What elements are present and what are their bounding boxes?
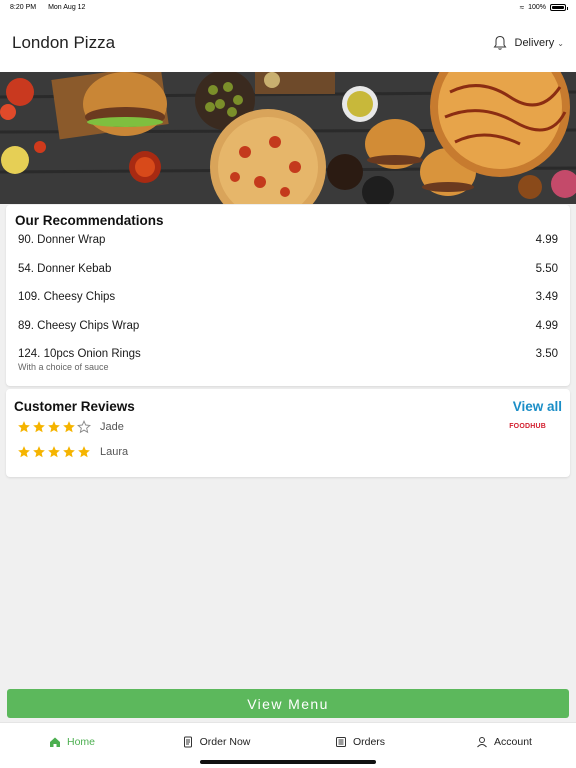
menu-item-description: With a choice of sauce: [18, 362, 109, 373]
menu-item[interactable]: 124. 10pcs Onion Rings With a choice of …: [14, 348, 562, 377]
tab-account[interactable]: Account: [432, 723, 576, 768]
status-date: Mon Aug 12: [48, 3, 86, 11]
view-menu-button[interactable]: View Menu: [7, 689, 569, 718]
reviewer-name: Jade: [100, 420, 124, 433]
recommendations-card: Our Recommendations 90. Donner Wrap 4.99…: [6, 205, 570, 386]
menu-item-name: 124. 10pcs Onion Rings: [18, 348, 141, 361]
status-bar: 8:20 PM Mon Aug 12 ≈ 100%: [0, 0, 576, 14]
order-icon: [183, 736, 192, 747]
orders-icon: [335, 736, 346, 747]
tab-label: Account: [494, 735, 532, 748]
hero-food-banner: [0, 72, 576, 204]
star-filled-icon: [63, 420, 75, 432]
menu-item-price: 4.99: [535, 319, 558, 332]
menu-item-price: 5.50: [535, 262, 558, 275]
menu-item-price: 3.50: [535, 348, 558, 361]
menu-item[interactable]: 54. Donner Kebab 5.50: [14, 263, 562, 292]
reviews-card: Customer Reviews View all Jade FOODHUB L…: [6, 389, 570, 477]
status-time: 8:20 PM: [10, 3, 37, 11]
star-rating: [17, 445, 97, 459]
reviewer-name: Laura: [100, 445, 129, 458]
tab-label: Home: [66, 735, 95, 748]
delivery-selector[interactable]: Delivery ⌄: [515, 37, 565, 49]
star-filled-icon: [18, 445, 30, 457]
foodhub-logo: FOODHUB: [509, 423, 546, 430]
bell-icon[interactable]: [493, 35, 507, 51]
menu-item-price: 4.99: [535, 234, 558, 246]
star-filled-icon: [63, 445, 75, 457]
chevron-down-icon: ⌄: [557, 39, 564, 48]
star-filled-icon: [18, 420, 30, 432]
tab-home[interactable]: Home: [0, 723, 144, 768]
menu-item[interactable]: 89. Cheesy Chips Wrap 4.99: [14, 320, 562, 349]
restaurant-title: London Pizza: [12, 33, 116, 52]
battery-percent: 100%: [528, 3, 546, 11]
view-all-reviews-link[interactable]: View all: [513, 399, 562, 414]
recommendations-title: Our Recommendations: [15, 213, 164, 228]
home-indicator: [200, 760, 376, 764]
star-filled-icon: [33, 420, 45, 432]
battery-icon: [550, 3, 568, 11]
star-rating: [17, 419, 97, 434]
menu-item-name: 90. Donner Wrap: [18, 234, 106, 246]
reviews-title: Customer Reviews: [14, 399, 135, 414]
menu-item-name: 109. Cheesy Chips: [18, 291, 116, 304]
account-icon: [477, 736, 487, 747]
star-filled-icon: [48, 445, 60, 457]
star-empty-icon: [77, 419, 91, 433]
tab-label: Order Now: [199, 735, 251, 748]
menu-item[interactable]: 109. Cheesy Chips 3.49: [14, 291, 562, 320]
tab-label: Orders: [352, 735, 386, 748]
review-row: Laura: [14, 439, 562, 464]
home-icon: [49, 737, 60, 747]
delivery-label: Delivery: [514, 37, 555, 49]
menu-item-name: 54. Donner Kebab: [18, 262, 112, 275]
app-header: London Pizza Delivery ⌄: [0, 14, 576, 72]
star-filled-icon: [33, 445, 45, 457]
menu-item-price: 3.49: [535, 291, 558, 304]
menu-item-name: 89. Cheesy Chips Wrap: [18, 319, 140, 332]
wifi-icon: ≈: [519, 2, 525, 12]
menu-item[interactable]: 90. Donner Wrap 4.99: [14, 234, 562, 263]
review-row: Jade FOODHUB: [14, 414, 562, 439]
star-filled-icon: [78, 445, 90, 457]
star-filled-icon: [48, 420, 60, 432]
